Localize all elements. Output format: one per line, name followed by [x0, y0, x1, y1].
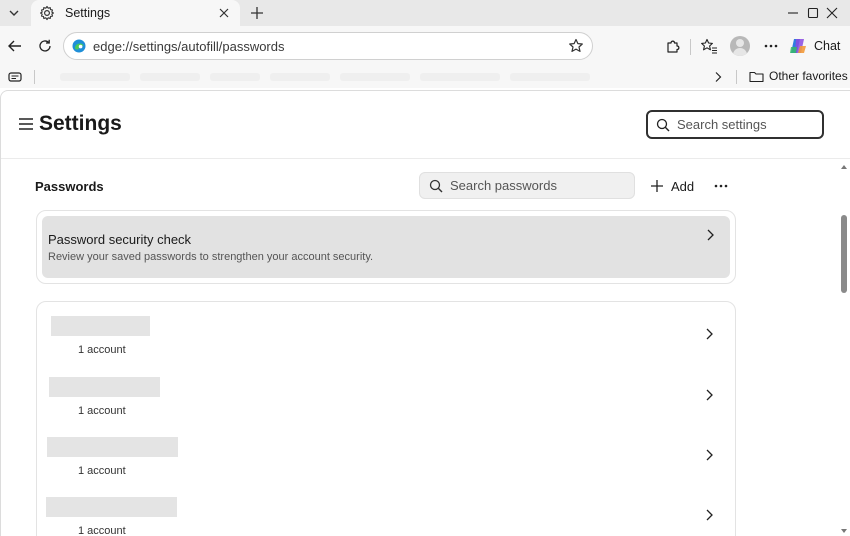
- favorite-item[interactable]: [60, 73, 130, 81]
- tab-actions-menu-button[interactable]: [3, 2, 25, 24]
- tab-strip: Settings: [0, 0, 850, 26]
- site-name-redacted: [49, 377, 160, 397]
- gear-icon: [40, 5, 54, 21]
- more-options-button[interactable]: [709, 174, 733, 198]
- password-list-item[interactable]: 1 account: [37, 497, 735, 536]
- close-icon: [826, 7, 838, 19]
- extensions-button[interactable]: [660, 33, 686, 59]
- star-icon: [569, 38, 583, 52]
- account-count: 1 account: [78, 465, 126, 477]
- favorites-divider: [736, 70, 737, 84]
- add-label: Add: [671, 178, 695, 194]
- section-title: Passwords: [35, 179, 104, 194]
- close-icon: [219, 8, 229, 18]
- refresh-icon: [39, 39, 51, 52]
- close-window-button[interactable]: [812, 0, 850, 26]
- more-horizontal-icon: [764, 44, 778, 48]
- puzzle-icon: [667, 40, 680, 53]
- chevron-right-icon: [706, 509, 713, 521]
- account-count: 1 account: [78, 525, 126, 536]
- arrow-left-icon: [8, 40, 21, 52]
- settings-content: Passwords Add Password security check Re…: [1, 160, 837, 536]
- favorites-divider: [34, 70, 35, 84]
- scrollbar-thumb[interactable]: [841, 215, 847, 293]
- toolbar-divider: [690, 39, 691, 55]
- site-name-redacted: [51, 316, 150, 336]
- copilot-chat-button[interactable]: Chat: [788, 33, 846, 59]
- other-favorites-button[interactable]: Other favorites: [749, 69, 848, 83]
- page-scrollbar[interactable]: [838, 160, 850, 536]
- password-list-item[interactable]: 1 account: [37, 437, 735, 497]
- chevron-down-icon: [9, 10, 19, 16]
- favorite-item[interactable]: [340, 73, 410, 81]
- favorites-list-icon: [701, 38, 717, 54]
- search-settings-input[interactable]: [677, 117, 807, 132]
- folder-icon: [749, 71, 764, 82]
- address-bar[interactable]: edge://settings/autofill/passwords: [63, 32, 593, 60]
- browser-toolbar: edge://settings/autofill/passwords Chat: [0, 26, 850, 66]
- search-icon: [656, 118, 670, 131]
- search-settings-box[interactable]: [646, 110, 824, 139]
- favorite-item[interactable]: [510, 73, 590, 81]
- add-password-button[interactable]: Add: [646, 174, 698, 198]
- copilot-icon: [790, 39, 806, 53]
- edge-logo-icon: [72, 39, 86, 53]
- chevron-right-icon: [715, 72, 722, 82]
- plus-icon: [651, 180, 663, 192]
- settings-header: Settings: [1, 91, 850, 159]
- favorite-item[interactable]: [270, 73, 330, 81]
- favorite-item[interactable]: [210, 73, 260, 81]
- settings-menu-button[interactable]: [15, 113, 37, 135]
- tab-title: Settings: [65, 6, 111, 20]
- chevron-right-icon: [707, 229, 714, 241]
- search-passwords-box[interactable]: [419, 172, 635, 199]
- password-security-check-button[interactable]: Password security check Review your save…: [42, 216, 730, 278]
- address-url: edge://settings/autofill/passwords: [93, 38, 285, 54]
- scroll-down-arrow-icon[interactable]: [840, 527, 848, 535]
- profile-avatar[interactable]: [730, 36, 750, 56]
- saved-passwords-list: 1 account 1 account 1 account 1 account: [36, 301, 736, 536]
- refresh-button[interactable]: [32, 33, 58, 59]
- settings-and-more-button[interactable]: [758, 33, 784, 59]
- password-list-item[interactable]: 1 account: [37, 377, 735, 437]
- security-check-title: Password security check: [48, 232, 192, 247]
- chat-label: Chat: [814, 39, 841, 53]
- site-name-redacted: [47, 437, 178, 457]
- collections-button[interactable]: [2, 64, 28, 90]
- site-name-redacted: [46, 497, 177, 517]
- account-count: 1 account: [78, 405, 126, 417]
- chevron-right-icon: [706, 328, 713, 340]
- security-check-card: Password security check Review your save…: [36, 210, 736, 284]
- new-tab-button[interactable]: [246, 2, 268, 24]
- collections-icon: [8, 72, 22, 82]
- favorite-item[interactable]: [140, 73, 200, 81]
- plus-icon: [251, 7, 263, 19]
- more-horizontal-icon: [714, 184, 728, 188]
- chevron-right-icon: [706, 449, 713, 461]
- search-icon: [429, 179, 443, 192]
- tab-close-button[interactable]: [216, 5, 232, 21]
- back-button[interactable]: [2, 33, 28, 59]
- favorites-bar: Other favorites: [0, 66, 850, 88]
- tab-settings[interactable]: Settings: [31, 0, 240, 26]
- other-favorites-label: Other favorites: [769, 69, 848, 83]
- search-passwords-input[interactable]: [450, 178, 620, 193]
- settings-page: Settings Passwords Add Password security…: [0, 90, 850, 536]
- page-title: Settings: [39, 112, 122, 135]
- security-check-subtitle: Review your saved passwords to strengthe…: [48, 251, 374, 263]
- hamburger-icon: [19, 118, 33, 130]
- add-favorite-button[interactable]: [564, 34, 588, 58]
- favorite-item[interactable]: [420, 73, 500, 81]
- favorites-overflow-button[interactable]: [705, 64, 731, 90]
- chevron-right-icon: [706, 389, 713, 401]
- password-list-item[interactable]: 1 account: [37, 316, 735, 376]
- favorites-button[interactable]: [696, 33, 722, 59]
- account-count: 1 account: [78, 344, 126, 356]
- scroll-up-arrow-icon[interactable]: [840, 163, 848, 171]
